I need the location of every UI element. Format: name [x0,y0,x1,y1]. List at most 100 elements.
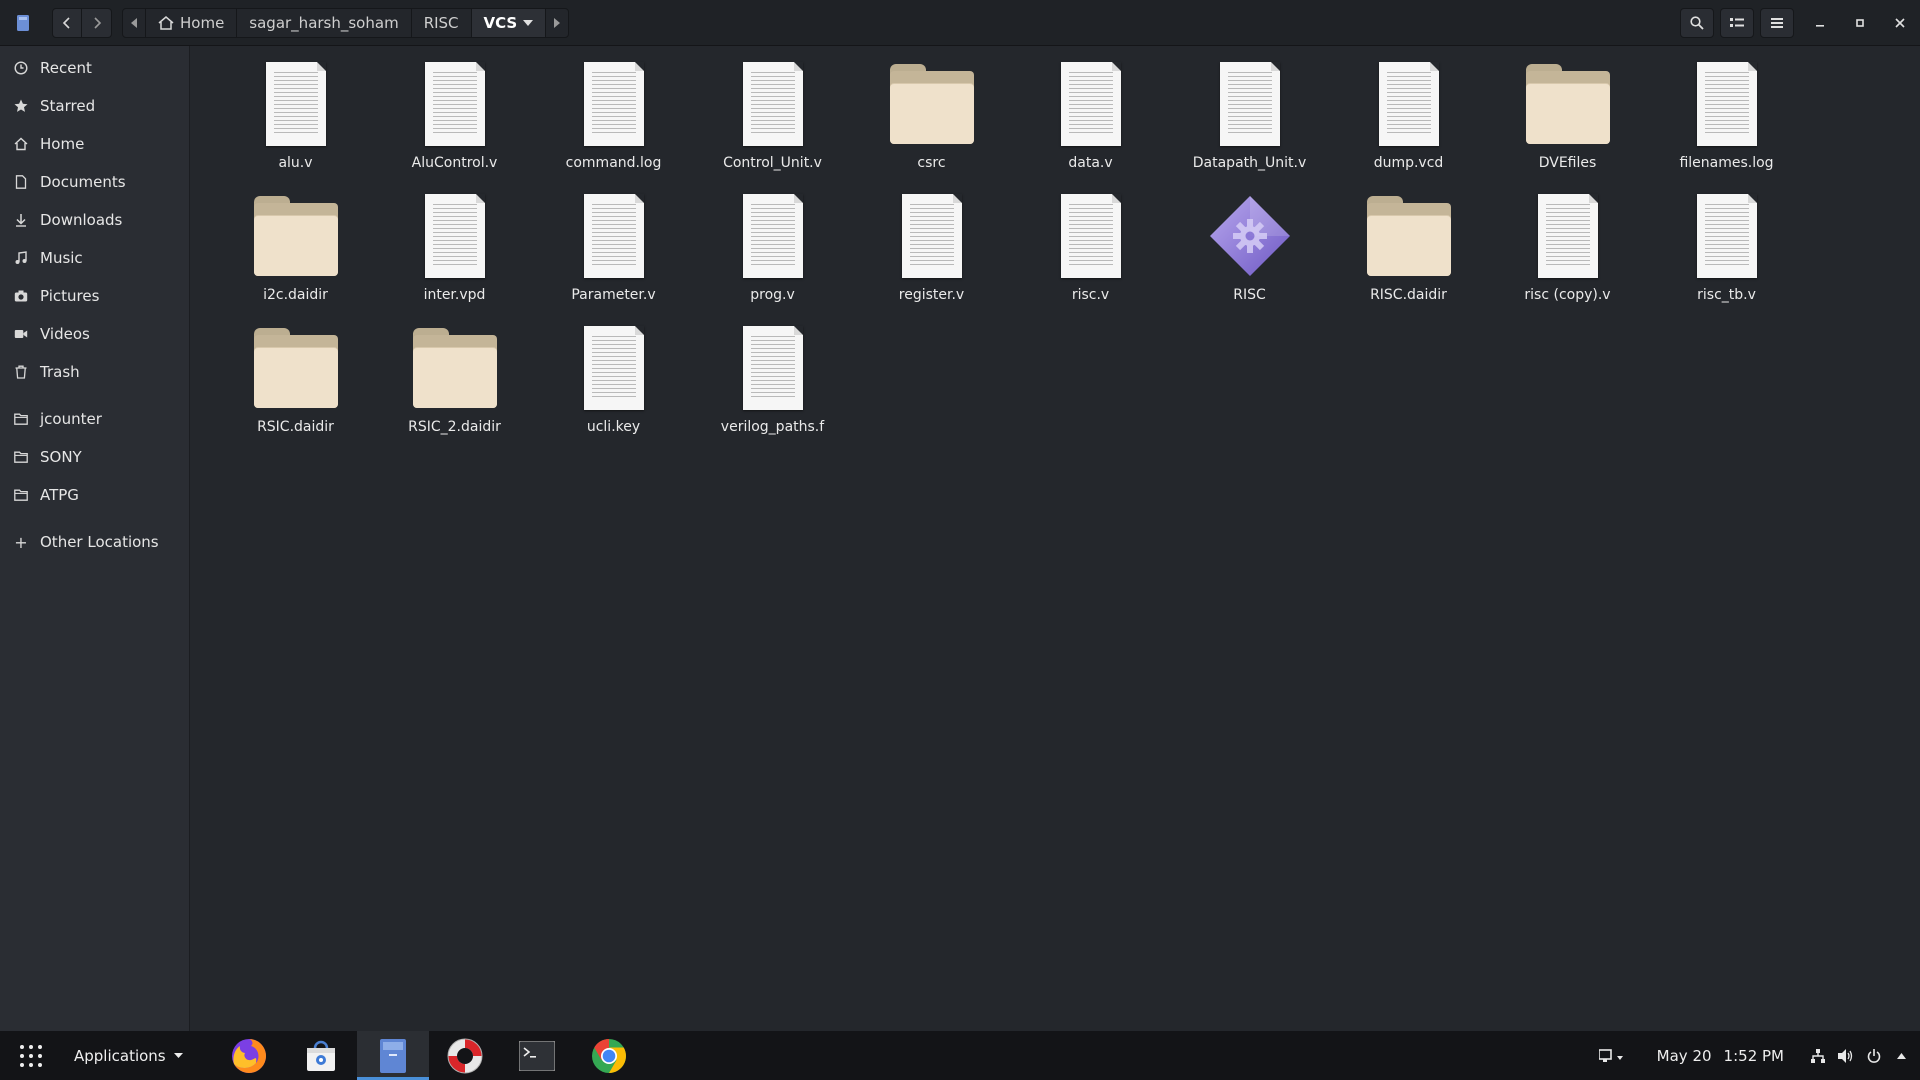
sidebar-item-other-locations[interactable]: + Other Locations [0,523,189,561]
text-file-icon [566,324,662,412]
file-item[interactable]: Control_Unit.v [693,60,852,192]
file-item[interactable]: Parameter.v [534,192,693,324]
file-item[interactable]: inter.vpd [375,192,534,324]
file-item[interactable]: verilog_paths.f [693,324,852,456]
breadcrumb-label: VCS [483,13,518,32]
firefox-icon [231,1038,266,1073]
executable-icon [1202,192,1298,280]
breadcrumb-label: sagar_harsh_soham [249,13,399,32]
file-name: dump.vcd [1373,155,1444,171]
close-button[interactable] [1880,0,1920,46]
menu-button[interactable] [1760,8,1794,38]
terminal-icon [518,1040,555,1071]
minimize-button[interactable] [1800,0,1840,46]
power-button[interactable] [1860,1031,1888,1080]
file-item[interactable]: filenames.log [1647,60,1806,192]
maximize-button[interactable] [1840,0,1880,46]
sidebar-item-atpg[interactable]: ATPG [0,476,189,514]
dock-firefox[interactable] [213,1031,285,1080]
file-item[interactable]: ucli.key [534,324,693,456]
back-button[interactable] [52,7,82,38]
dock-chrome[interactable] [573,1031,645,1080]
file-item[interactable]: AluControl.v [375,60,534,192]
folder-icon [1520,60,1616,148]
folder-item[interactable]: i2c.daidir [216,192,375,324]
sidebar-item-trash[interactable]: Trash [0,353,189,391]
dock-software[interactable] [285,1031,357,1080]
taskbar: Applications May 20 1:52 PM [0,1031,1920,1080]
sidebar-item-videos[interactable]: Videos [0,315,189,353]
sidebar: Recent Starred Home Documents Downloads Music… [0,46,190,1031]
file-item[interactable]: command.log [534,60,693,192]
file-name: risc_tb.v [1697,287,1756,303]
sidebar-item-starred[interactable]: Starred [0,87,189,125]
file-item[interactable]: risc.v [1011,192,1170,324]
file-item[interactable]: dump.vcd [1329,60,1488,192]
text-file-icon [1361,60,1457,148]
file-name: csrc [917,155,946,171]
sidebar-item-downloads[interactable]: Downloads [0,201,189,239]
sidebar-item-sony[interactable]: SONY [0,438,189,476]
breadcrumb-folder[interactable]: RISC [410,8,471,37]
download-icon [14,213,28,227]
breadcrumb: Home sagar_harsh_soham RISC VCS [122,7,570,38]
file-item[interactable]: risc (copy).v [1488,192,1647,324]
sidebar-item-label: Music [40,249,83,267]
applications-menu[interactable]: Applications [62,1031,195,1080]
file-item[interactable]: prog.v [693,192,852,324]
file-name: data.v [1068,155,1113,171]
file-item[interactable]: alu.v [216,60,375,192]
view-options-button[interactable] [1720,8,1754,38]
breadcrumb-label: RISC [423,13,459,32]
file-item[interactable]: register.v [852,192,1011,324]
folder-item[interactable]: csrc [852,60,1011,192]
dock-help[interactable] [429,1031,501,1080]
forward-button[interactable] [82,7,112,38]
close-icon [1895,18,1905,28]
dock-files[interactable] [356,1031,429,1080]
show-apps-button[interactable] [0,1031,62,1080]
folder-item[interactable]: DVEfiles [1488,60,1647,192]
text-file-icon [725,324,821,412]
sidebar-item-pictures[interactable]: Pictures [0,277,189,315]
text-file-icon [1043,60,1139,148]
sidebar-item-jcounter[interactable]: jcounter [0,400,189,438]
file-name: AluControl.v [411,155,498,171]
home-icon [158,15,174,30]
folder-item[interactable]: RSIC.daidir [216,324,375,456]
folder-item[interactable]: RSIC_2.daidir [375,324,534,456]
folder-item[interactable]: RISC.daidir [1329,192,1488,324]
breadcrumb-scroll-right[interactable] [545,8,568,37]
file-item[interactable]: data.v [1011,60,1170,192]
header-bar: Home sagar_harsh_soham RISC VCS [0,0,1920,46]
clock-icon [14,61,28,75]
file-item[interactable]: risc_tb.v [1647,192,1806,324]
file-item[interactable]: RISC [1170,192,1329,324]
search-button[interactable] [1680,8,1714,38]
breadcrumb-scroll-left[interactable] [123,9,145,37]
dock-terminal[interactable] [501,1031,573,1080]
folder-icon [14,412,28,426]
file-item[interactable]: Datapath_Unit.v [1170,60,1329,192]
sidebar-item-documents[interactable]: Documents [0,163,189,201]
display-menu[interactable] [1591,1031,1631,1080]
sidebar-item-label: Videos [40,325,90,343]
minimize-icon [1816,25,1824,27]
folder-icon [14,450,28,464]
breadcrumb-home[interactable]: Home [145,8,236,37]
network-button[interactable] [1804,1031,1832,1080]
clock[interactable]: May 20 1:52 PM [1657,1047,1784,1065]
file-name: RISC.daidir [1370,287,1447,303]
sidebar-item-recent[interactable]: Recent [0,49,189,87]
breadcrumb-folder[interactable]: sagar_harsh_soham [236,8,410,37]
tray-expand-button[interactable] [1888,1031,1914,1080]
breadcrumb-current[interactable]: VCS [470,8,546,37]
folder-icon [248,324,344,412]
folder-icon [1361,192,1457,280]
sidebar-item-music[interactable]: Music [0,239,189,277]
sidebar-item-label: jcounter [40,410,102,428]
volume-button[interactable] [1832,1031,1860,1080]
sidebar-item-home[interactable]: Home [0,125,189,163]
maximize-icon [1856,19,1864,27]
star-icon [14,99,28,113]
